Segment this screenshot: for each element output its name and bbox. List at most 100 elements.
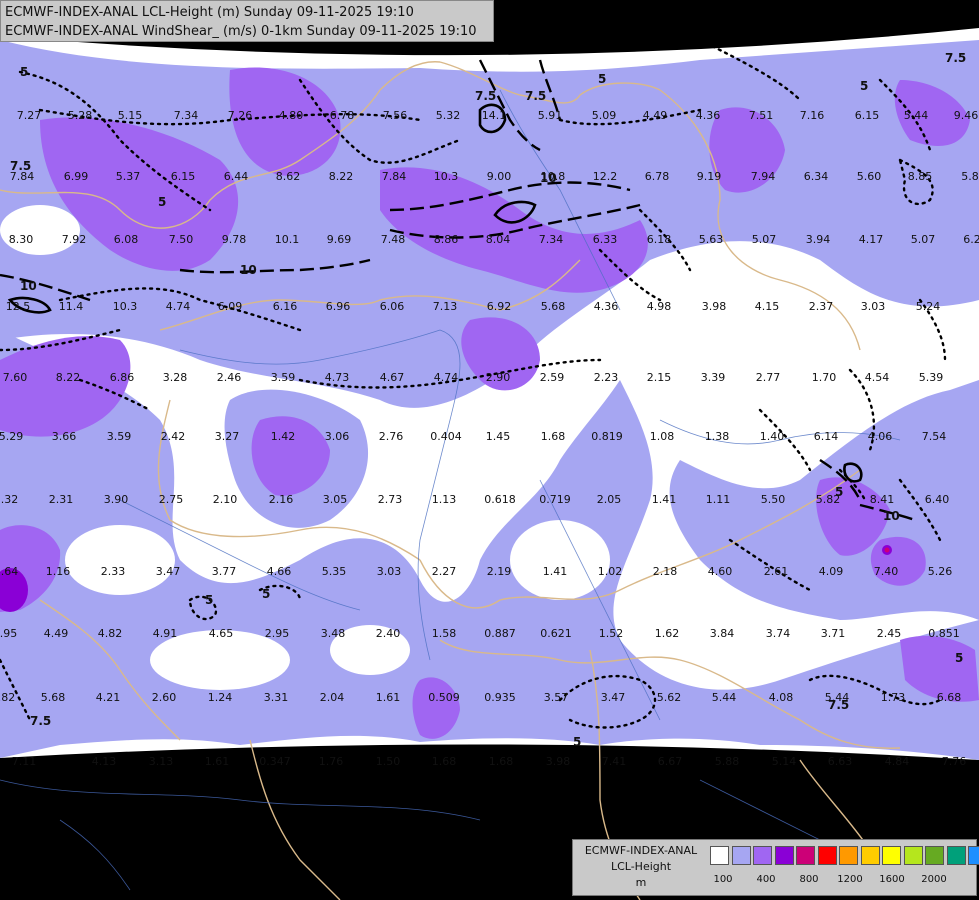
grid-value: 9.19 [697,170,722,183]
grid-value: 2.77 [756,371,781,384]
grid-value: 5.44 [904,109,929,122]
grid-value: 3.03 [861,300,886,313]
grid-value: 6.40 [925,493,950,506]
grid-value: 0.887 [484,627,516,640]
grid-value: 2.90 [486,371,511,384]
grid-value: 7.40 [874,565,899,578]
grid-value: 2.31 [49,493,74,506]
legend-title: ECMWF-INDEX-ANAL [584,844,698,857]
color-legend: ECMWF-INDEX-ANAL LCL-Height m 100 400 800 1… [572,839,979,896]
grid-value: 8.62 [276,170,301,183]
grid-value: 4.74 [166,300,191,313]
grid-value: 4.08 [769,691,794,704]
grid-value: 4.91 [153,627,178,640]
grid-value: 8.85 [908,170,933,183]
legend-swatch [839,846,858,865]
grid-value: 5.39 [919,371,944,384]
grid-value: 3.66 [52,430,77,443]
grid-value: 6.33 [593,233,618,246]
contour-label: 5 [955,651,963,665]
grid-value: 0.935 [484,691,516,704]
grid-value: 8.04 [486,233,511,246]
grid-value: 4.66 [267,565,292,578]
grid-value: 6.92 [487,300,512,313]
grid-value: 6.86 [110,371,135,384]
legend-unit: m [635,876,647,889]
grid-value: 7.94 [751,170,776,183]
grid-value: 7.56 [383,109,408,122]
grid-value: 7.34 [539,233,564,246]
grid-value: 6.99 [64,170,89,183]
grid-value: 3.32 [0,493,18,506]
grid-value: 1.24 [208,691,233,704]
grid-value: 6.44 [224,170,249,183]
contour-label: 5 [158,195,166,209]
grid-value: 3.06 [325,430,350,443]
grid-value: 2.61 [764,565,789,578]
grid-value: 0.509 [428,691,460,704]
grid-value: 8.86 [434,233,459,246]
legend-swatch [903,846,923,865]
grid-value: 7.84 [382,170,407,183]
grid-value: 6.18 [647,233,672,246]
grid-value: 1.68 [541,430,566,443]
grid-value: 7.26 [228,109,253,122]
legend-tick: 1200 [837,874,863,885]
grid-value: 2.33 [101,565,126,578]
grid-value: 3.95 [0,627,17,640]
grid-value: 2.45 [877,627,902,640]
grid-value: 3.59 [107,430,132,443]
grid-value: 6.15 [171,170,196,183]
grid-value: 2.16 [269,493,294,506]
contour-label: 10 [20,279,37,293]
legend-swatch [731,846,751,865]
grid-value: 3.03 [377,565,402,578]
grid-value: 6.96 [326,300,351,313]
grid-value: 1.45 [486,430,511,443]
contour-label: 5 [262,587,270,601]
legend-swatch [882,846,901,865]
contour-label: 7.5 [525,89,546,103]
grid-value: 4.15 [755,300,780,313]
grid-value: 7.84 [10,170,35,183]
grid-value: 5.8 [961,170,979,183]
grid-value: 9.00 [487,170,512,183]
grid-value: 3.48 [321,627,346,640]
grid-value: 4.73 [325,371,350,384]
grid-value: 6.78 [645,170,670,183]
legend-ticks: 100 400 800 1200 1600 2000 [710,874,978,888]
grid-value: 6.16 [273,300,298,313]
forecast-map: 57.5101057.57.5105 57.5557.557.55105 7.27… [0,28,979,900]
grid-value: 2.04 [320,691,345,704]
grid-value: 7.76 [942,755,967,768]
grid-value: 4.65 [209,627,234,640]
grid-value: 3.27 [215,430,240,443]
grid-value: 6.06 [380,300,405,313]
grid-value: 9.69 [327,233,352,246]
grid-value: 6.14 [814,430,839,443]
contour-label: 5 [573,735,581,749]
grid-value: 1.08 [650,430,675,443]
grid-value: 12.2 [593,170,618,183]
grid-value: 11.4 [59,300,84,313]
legend-swatch [774,846,794,865]
contour-label: 5 [205,593,213,607]
grid-value: 4.09 [819,565,844,578]
grid-value: 5.82 [816,493,841,506]
title-box: ECMWF-INDEX-ANAL LCL-Height (m) Sunday 0… [0,0,494,42]
grid-value: 7.48 [381,233,406,246]
grid-value: 7.27 [17,109,42,122]
grid-value: 3.05 [323,493,348,506]
grid-value: 1.11 [706,493,731,506]
grid-value: 7.50 [169,233,194,246]
grid-value: 9.46 [954,109,979,122]
grid-value: 5.91 [538,109,563,122]
grid-value: 2.76 [379,430,404,443]
grid-value: 3.28 [163,371,188,384]
grid-value: 2.05 [597,493,622,506]
legend-swatch [817,846,837,865]
grid-value: 2.40 [376,627,401,640]
grid-value: 3.94 [806,233,831,246]
grid-value: 4.67 [380,371,405,384]
grid-value: 0.851 [928,627,960,640]
